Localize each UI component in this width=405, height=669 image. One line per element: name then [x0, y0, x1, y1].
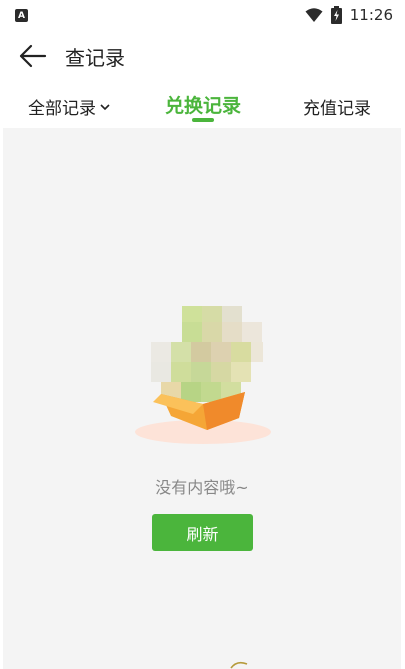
wifi-icon	[305, 8, 323, 22]
tab-recharge-records-label: 充值记录	[303, 99, 371, 119]
chevron-down-icon	[100, 103, 110, 110]
battery-charging-icon	[330, 6, 342, 24]
tab-all-records-label: 全部记录	[28, 99, 96, 119]
tab-exchange-records[interactable]: 兑换记录	[165, 91, 241, 118]
notification-icon-label: A	[18, 10, 25, 21]
status-bar: A 11:26	[0, 0, 405, 32]
records-content[interactable]: 没有内容哦~ 刷新	[3, 128, 401, 669]
empty-box-illustration	[135, 306, 271, 444]
empty-message: 没有内容哦~	[155, 478, 249, 497]
tab-bar: 全部记录 兑换记录 充值记录	[0, 82, 405, 128]
active-tab-indicator	[192, 118, 214, 122]
decorative-leaf-icon	[230, 661, 248, 669]
tab-all-records[interactable]: 全部记录	[28, 94, 110, 119]
tab-recharge-records[interactable]: 充值记录	[303, 94, 371, 119]
status-indicators: 11:26	[305, 6, 393, 24]
status-time: 11:26	[349, 6, 393, 24]
arrow-left-icon[interactable]	[19, 44, 47, 68]
page-title: 查记录	[65, 46, 125, 70]
refresh-button[interactable]: 刷新	[152, 514, 253, 551]
refresh-button-label: 刷新	[186, 524, 219, 544]
title-bar: 查记录	[0, 32, 405, 80]
notification-icon: A	[15, 9, 28, 22]
tab-exchange-records-label: 兑换记录	[165, 95, 242, 117]
